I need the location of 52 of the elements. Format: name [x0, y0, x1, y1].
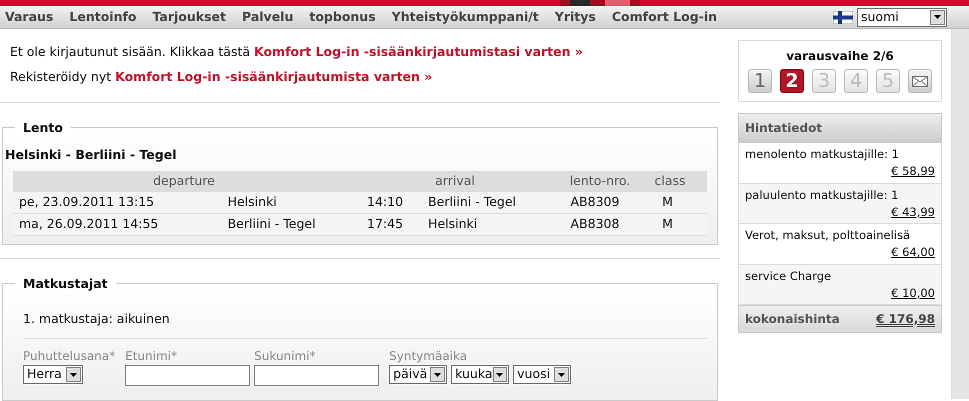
field-label: Syntymäaika — [389, 348, 468, 365]
field-label: Sukunimi* — [254, 348, 317, 365]
select-field[interactable]: päivä — [389, 365, 448, 384]
select-field[interactable]: Herra — [23, 365, 83, 384]
price-amount: € 10,00 — [891, 286, 935, 300]
field-label: Puhuttelusana* — [23, 348, 116, 365]
nav-link[interactable]: topbonus — [301, 8, 384, 26]
login-link[interactable]: Komfort Log-in -sisäänkirjautumistasi varten » — [254, 44, 583, 59]
input-field[interactable] — [254, 365, 380, 386]
login-link[interactable]: Komfort Log-in -sisäänkirjautumista varten » — [115, 69, 432, 84]
column-header: lento-nro. — [570, 172, 630, 188]
field-label: Etunimi* — [125, 348, 178, 365]
price-header: Hintatiedot — [738, 113, 942, 143]
table-cell: AB8308 — [564, 214, 656, 236]
price-amount: € 58,99 — [891, 164, 935, 178]
nav-link[interactable]: Lentoinfo — [61, 8, 144, 26]
input-field[interactable] — [125, 365, 250, 386]
total-amount: € 176,98 — [876, 311, 935, 328]
column-header: arrival — [435, 172, 475, 188]
language-select[interactable]: suomi — [857, 8, 947, 26]
table-cell: M — [656, 214, 707, 236]
table-cell: Helsinki — [422, 214, 564, 236]
nav-link[interactable]: Tarjoukset — [144, 8, 234, 26]
steps-title: varausvaihe 2/6 — [785, 48, 895, 65]
passenger-title: 1. matkustaja: aikuinen — [23, 310, 707, 339]
step-button[interactable]: 2 — [780, 69, 804, 93]
price-label: Verot, maksut, polttoainelisä — [745, 227, 912, 244]
total-label: kokonaishinta — [745, 311, 840, 328]
step-button[interactable] — [908, 69, 932, 93]
select-field[interactable]: kuuka — [451, 365, 510, 384]
price-label: service Charge — [745, 268, 832, 284]
price-label: paluulento matkustajille: 1 — [745, 186, 900, 204]
price-amount: € 43,99 — [891, 204, 935, 219]
table-cell: 17:45 — [361, 214, 422, 236]
nav-link[interactable]: Yhteistyökumppani/t — [384, 8, 547, 26]
price-amount: € 64,00 — [891, 245, 935, 260]
route-title: Helsinki - Berliini - Tegel — [5, 146, 178, 164]
login-text: Et ole kirjautunut sisään. Klikkaa tästä Komfort Log-in -sisäänkirjautumistasi varten » — [9, 43, 584, 61]
nav-link[interactable]: Comfort Log-in — [604, 8, 726, 26]
flag-icon — [833, 10, 853, 24]
select-field[interactable]: vuosi — [513, 365, 572, 384]
login-text: Rekisteröidy nyt Komfort Log-in -sisäänkirjautumista varten » — [9, 68, 434, 86]
column-header: class — [654, 172, 686, 188]
nav-link[interactable]: Varaus — [0, 8, 62, 26]
nav-link[interactable]: Yritys — [546, 8, 604, 26]
table-cell: ma, 26.09.2011 14:55 — [13, 214, 222, 236]
step-button[interactable]: 1 — [748, 69, 772, 93]
price-label: menolento matkustajille: 1 — [745, 146, 900, 163]
envelope-icon — [912, 76, 928, 86]
nav-link[interactable]: Palvelu — [234, 8, 302, 26]
column-header: departure — [153, 172, 215, 188]
table-cell: Berliini - Tegel — [222, 214, 361, 236]
